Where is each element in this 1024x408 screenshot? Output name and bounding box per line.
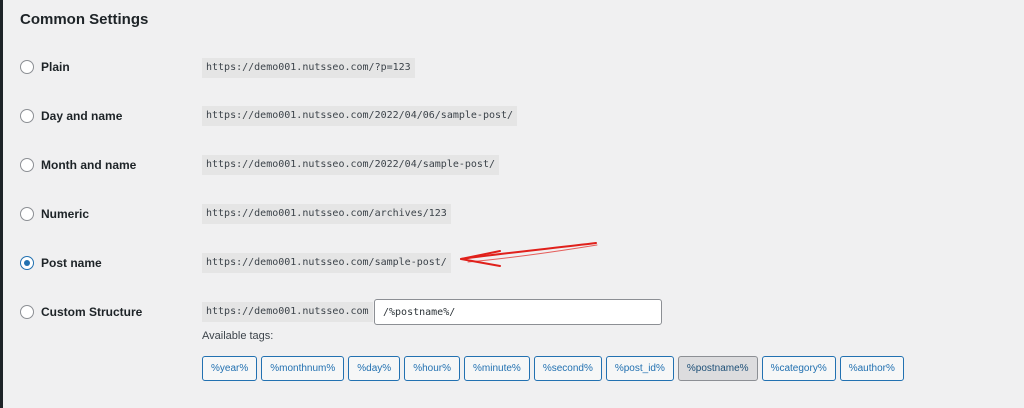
option-month-and-name[interactable]: Month and name [20,155,136,175]
available-tags-list: %year% %monthnum% %day% %hour% %minute% … [202,356,904,381]
option-post-name[interactable]: Post name [20,253,102,273]
option-month-and-name-label: Month and name [41,158,137,172]
radio-post-name[interactable] [20,256,34,270]
tag-year-button[interactable]: %year% [202,356,258,381]
option-custom-structure[interactable]: Custom Structure [20,302,142,322]
custom-structure-base-url: https://demo001.nutsseo.com [202,302,373,322]
example-url-post-name: https://demo001.nutsseo.com/sample-post/ [202,253,451,273]
tag-author-button[interactable]: %author% [839,356,904,381]
example-url-month-and-name: https://demo001.nutsseo.com/2022/04/samp… [202,155,499,175]
option-numeric[interactable]: Numeric [20,204,89,224]
option-day-and-name[interactable]: Day and name [20,106,122,126]
page-left-edge [0,0,3,408]
section-title: Common Settings [20,11,149,28]
example-url-day-and-name: https://demo001.nutsseo.com/2022/04/06/s… [202,106,518,126]
radio-custom-structure[interactable] [20,305,34,319]
radio-checked-dot [24,260,30,266]
custom-structure-input[interactable] [374,299,662,325]
option-numeric-label: Numeric [41,207,90,221]
radio-month-and-name[interactable] [20,158,34,172]
radio-day-and-name[interactable] [20,109,34,123]
example-url-numeric: https://demo001.nutsseo.com/archives/123 [202,204,451,224]
option-plain[interactable]: Plain [20,57,70,77]
example-url-plain: https://demo001.nutsseo.com/?p=123 [202,58,415,78]
available-tags-label: Available tags: [202,330,274,342]
option-custom-structure-label: Custom Structure [41,305,143,319]
tag-second-button[interactable]: %second% [533,356,602,381]
tag-category-button[interactable]: %category% [761,356,836,381]
tag-hour-button[interactable]: %hour% [404,356,460,381]
option-plain-label: Plain [41,60,70,74]
option-day-and-name-label: Day and name [41,109,123,123]
option-post-name-label: Post name [41,256,102,270]
tag-post-id-button[interactable]: %post_id% [605,356,674,381]
red-arrow-icon [460,242,598,267]
radio-plain[interactable] [20,60,34,74]
tag-postname-button[interactable]: %postname% [677,356,758,381]
radio-numeric[interactable] [20,207,34,221]
tag-monthnum-button[interactable]: %monthnum% [261,356,345,381]
tag-minute-button[interactable]: %minute% [464,356,530,381]
tag-day-button[interactable]: %day% [348,356,401,381]
